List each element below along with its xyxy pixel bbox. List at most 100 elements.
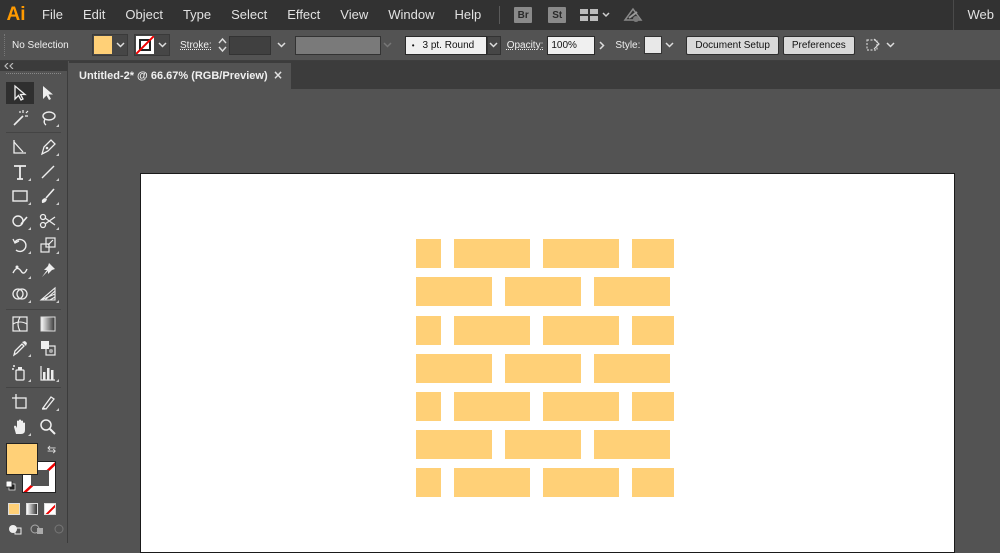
menu-type[interactable]: Type (173, 0, 221, 30)
scissors-tool-icon[interactable] (34, 210, 62, 232)
menu-window[interactable]: Window (378, 0, 444, 30)
none-mode-icon[interactable] (44, 503, 56, 515)
shape-builder-tool-icon[interactable] (6, 283, 34, 305)
arrange-documents-icon[interactable] (580, 8, 610, 22)
brick[interactable] (632, 468, 674, 497)
canvas-area[interactable] (69, 89, 1000, 553)
bridge-button[interactable]: Br (514, 7, 533, 23)
symbol-sprayer-tool-icon[interactable] (6, 362, 34, 384)
chevron-right-icon[interactable] (595, 35, 609, 55)
chevron-down-icon[interactable] (486, 35, 501, 55)
gradient-mode-icon[interactable] (26, 503, 38, 515)
graphic-style-swatch[interactable] (644, 36, 663, 54)
brick[interactable] (543, 468, 619, 497)
draw-behind-icon[interactable] (30, 523, 44, 535)
brick[interactable] (543, 392, 619, 421)
type-tool-icon[interactable] (6, 161, 34, 183)
brick[interactable] (632, 392, 674, 421)
menu-select[interactable]: Select (221, 0, 277, 30)
draw-normal-icon[interactable] (8, 523, 22, 535)
brick[interactable] (632, 239, 674, 268)
brick[interactable] (632, 316, 674, 345)
gradient-tool-icon[interactable] (34, 313, 62, 335)
chevron-down-icon[interactable] (155, 35, 169, 55)
selection-tool-icon[interactable] (6, 82, 34, 105)
hand-tool-icon[interactable] (6, 416, 34, 438)
shaper-tool-icon[interactable] (6, 210, 34, 232)
chevron-down-icon[interactable] (113, 35, 127, 55)
brick[interactable] (454, 239, 530, 268)
lasso-tool-icon[interactable] (34, 107, 62, 129)
document-tab[interactable]: Untitled-2* @ 66.67% (RGB/Preview) × (69, 63, 291, 89)
draw-inside-icon[interactable] (52, 523, 66, 535)
magic-wand-tool-icon[interactable] (6, 107, 34, 129)
brick[interactable] (416, 392, 441, 421)
swap-fill-stroke-icon[interactable]: ⇆ (47, 443, 56, 456)
pen-tool-icon[interactable] (34, 136, 62, 158)
variable-width-profile[interactable] (294, 35, 381, 55)
tools-panel-grip[interactable] (6, 73, 61, 79)
blend-tool-icon[interactable] (34, 337, 62, 359)
brush-definition-field[interactable]: • 3 pt. Round (404, 35, 487, 55)
brick[interactable] (594, 430, 670, 459)
stroke-color-dropdown[interactable] (134, 34, 170, 56)
brick[interactable] (505, 430, 581, 459)
puppet-warp-tool-icon[interactable] (6, 259, 34, 281)
brick[interactable] (454, 392, 530, 421)
menu-edit[interactable]: Edit (73, 0, 115, 30)
menu-object[interactable]: Object (115, 0, 173, 30)
eyedropper-tool-icon[interactable] (6, 337, 34, 359)
brick[interactable] (416, 430, 492, 459)
brick[interactable] (543, 239, 619, 268)
arrange-panel-button[interactable] (865, 37, 895, 53)
brick[interactable] (594, 277, 670, 306)
workspace-switcher[interactable]: Web (968, 0, 995, 30)
stroke-label[interactable]: Stroke: (180, 40, 212, 51)
artboard[interactable] (140, 173, 955, 553)
menu-file[interactable]: File (32, 0, 73, 30)
menu-help[interactable]: Help (444, 0, 491, 30)
perspective-grid-tool-icon[interactable] (34, 283, 62, 305)
brick[interactable] (505, 354, 581, 383)
document-setup-button[interactable]: Document Setup (686, 35, 779, 55)
slice-tool-icon[interactable] (34, 391, 62, 413)
brick[interactable] (416, 277, 492, 306)
pin-tool-icon[interactable] (34, 259, 62, 281)
fill-color-dropdown[interactable] (92, 34, 128, 56)
curvature-tool-icon[interactable] (6, 136, 34, 158)
brick[interactable] (416, 468, 441, 497)
chevron-down-icon[interactable] (275, 35, 289, 55)
brick[interactable] (543, 316, 619, 345)
brick[interactable] (454, 468, 530, 497)
brick[interactable] (416, 316, 441, 345)
paintbrush-tool-icon[interactable] (34, 185, 62, 207)
tools-panel-header[interactable] (0, 61, 67, 71)
fill-swatch[interactable] (94, 36, 112, 54)
menu-effect[interactable]: Effect (277, 0, 330, 30)
mesh-tool-icon[interactable] (6, 313, 34, 335)
color-mode-icon[interactable] (8, 503, 20, 515)
artboard-tool-icon[interactable] (6, 391, 34, 413)
chevron-down-icon[interactable] (662, 35, 676, 55)
stroke-weight-stepper[interactable] (218, 37, 227, 53)
stroke-weight-input[interactable] (228, 35, 271, 55)
control-bar-grip[interactable] (4, 34, 12, 56)
brick[interactable] (454, 316, 530, 345)
scale-tool-icon[interactable] (34, 234, 62, 256)
opacity-input[interactable]: 100% (547, 35, 596, 55)
fill-color-box[interactable] (6, 443, 38, 475)
line-segment-tool-icon[interactable] (34, 161, 62, 183)
brick[interactable] (505, 277, 581, 306)
rectangle-tool-icon[interactable] (6, 185, 34, 207)
direct-selection-tool-icon[interactable] (34, 82, 62, 104)
brick[interactable] (416, 354, 492, 383)
default-fill-stroke-icon[interactable] (5, 480, 16, 491)
gpu-performance-icon[interactable] (622, 6, 644, 24)
close-icon[interactable]: × (273, 68, 283, 82)
preferences-button[interactable]: Preferences (782, 35, 855, 55)
stock-button[interactable]: St (548, 7, 567, 23)
brick[interactable] (594, 354, 670, 383)
zoom-tool-icon[interactable] (34, 416, 62, 438)
rotate-tool-icon[interactable] (6, 234, 34, 256)
menu-view[interactable]: View (330, 0, 378, 30)
